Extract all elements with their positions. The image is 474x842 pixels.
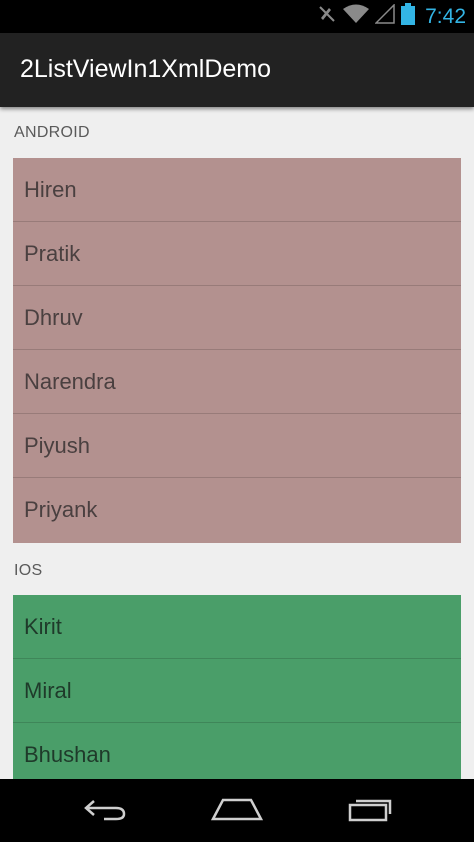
list-item[interactable]: Priyank — [13, 478, 461, 542]
content-area: ANDROID Hiren Pratik Dhruv Narendra Piyu… — [0, 107, 474, 779]
back-icon — [82, 797, 128, 826]
list-item[interactable]: Bhushan — [13, 723, 461, 779]
list-item-label: Piyush — [24, 433, 91, 458]
recent-apps-icon — [346, 796, 394, 827]
list-item-label: Priyank — [24, 497, 98, 522]
list-item-label: Pratik — [24, 241, 81, 266]
home-button[interactable] — [207, 793, 267, 829]
list-item[interactable]: Miral — [13, 659, 461, 723]
list-item-label: Miral — [24, 678, 72, 703]
list-item-label: Hiren — [24, 177, 77, 202]
list-item-label: Dhruv — [24, 305, 83, 330]
section-header-ios: IOS — [14, 562, 43, 579]
ios-list[interactable]: Kirit Miral Bhushan — [13, 595, 461, 779]
android-list[interactable]: Hiren Pratik Dhruv Narendra Piyush Priya… — [13, 158, 461, 543]
list-item-label: Narendra — [24, 369, 116, 394]
list-item-label: Kirit — [24, 614, 62, 639]
recent-apps-button[interactable] — [340, 793, 400, 829]
mute-icon — [317, 4, 337, 29]
status-bar: 7:42 — [0, 0, 474, 33]
list-item[interactable]: Narendra — [13, 350, 461, 414]
home-icon — [210, 797, 264, 826]
signal-icon — [374, 3, 395, 29]
list-item[interactable]: Piyush — [13, 414, 461, 478]
navigation-bar — [0, 779, 474, 842]
list-item[interactable]: Pratik — [13, 222, 461, 286]
status-icons: 7:42 — [317, 3, 466, 30]
list-item[interactable]: Kirit — [13, 595, 461, 659]
battery-icon — [401, 3, 416, 30]
list-item[interactable]: Dhruv — [13, 286, 461, 350]
status-time: 7:42 — [425, 4, 466, 28]
app-title: 2ListViewIn1XmlDemo — [20, 55, 272, 83]
wifi-icon — [343, 4, 370, 29]
back-button[interactable] — [75, 793, 135, 829]
list-item-label: Bhushan — [24, 742, 111, 767]
action-bar: 2ListViewIn1XmlDemo — [0, 33, 474, 107]
section-header-android: ANDROID — [14, 124, 90, 141]
list-item[interactable]: Hiren — [13, 158, 461, 222]
